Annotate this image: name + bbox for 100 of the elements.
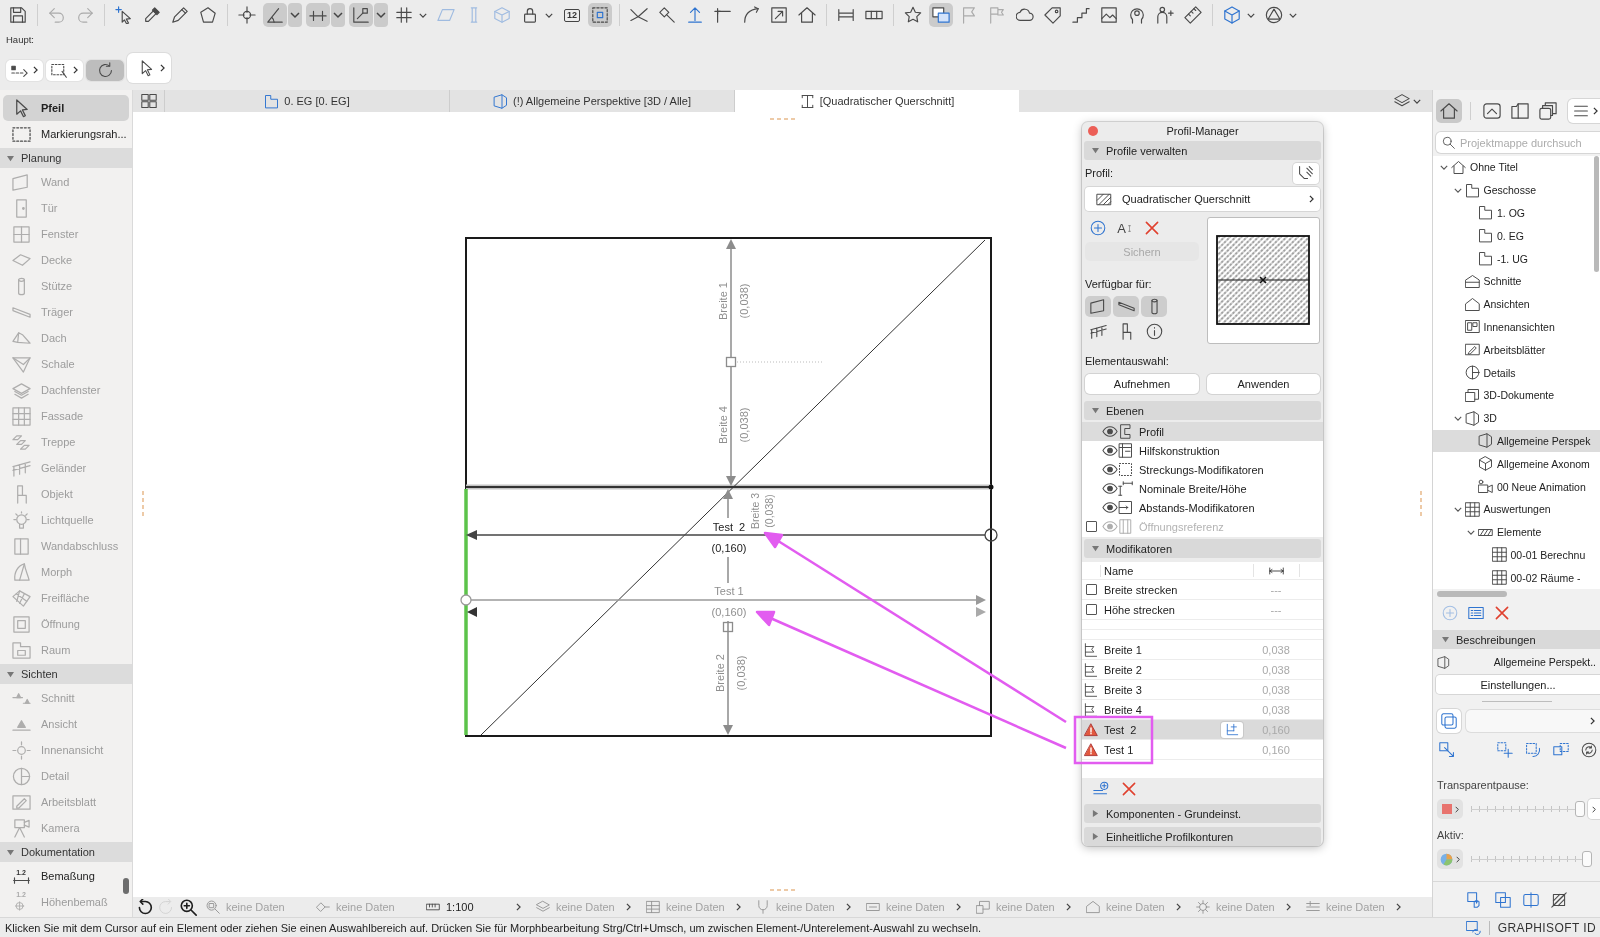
- tool-button[interactable]: [86, 59, 124, 81]
- document-tab[interactable]: [Quadratischer Querschnitt]: [735, 90, 1020, 112]
- checkbox[interactable]: [1085, 584, 1097, 595]
- tree-item[interactable]: Ohne Titel: [1433, 156, 1600, 179]
- tree-item[interactable]: Geschosse: [1433, 178, 1600, 202]
- chevron-icon[interactable]: [33, 66, 38, 74]
- toggle-button[interactable]: [1141, 296, 1167, 317]
- section-header[interactable]: Modifikatoren: [1084, 539, 1321, 558]
- action-button[interactable]: Anwenden: [1207, 374, 1320, 394]
- toolbar-button[interactable]: [929, 3, 953, 27]
- view-setting[interactable]: 1:100: [419, 900, 529, 914]
- scrollbar-thumb[interactable]: [1437, 591, 1507, 597]
- section-header[interactable]: Beschreibungen: [1433, 630, 1600, 649]
- tree-item[interactable]: 00-02 Räume -: [1433, 566, 1600, 589]
- tree-item[interactable]: 1. OG: [1433, 201, 1600, 225]
- disclosure-chevron-icon[interactable]: [1453, 187, 1462, 193]
- view-button[interactable]: [179, 898, 197, 916]
- search-field[interactable]: Projektmappe durchsuch: [1436, 132, 1600, 153]
- disclosure-chevron-icon[interactable]: [1440, 164, 1448, 170]
- slider-thumb[interactable]: [1575, 801, 1585, 817]
- caret-icon[interactable]: [374, 3, 388, 27]
- settings-button[interactable]: Einstellungen...: [1436, 675, 1600, 694]
- chevron-icon[interactable]: [73, 66, 78, 74]
- scrollbar-thumb[interactable]: [1594, 156, 1599, 272]
- section-header[interactable]: Planung: [0, 148, 132, 168]
- toolbar-button[interactable]: [306, 3, 330, 27]
- refresh-icon[interactable]: [1581, 742, 1597, 758]
- toggle-button[interactable]: [1085, 296, 1111, 317]
- toolbox-item[interactable]: Pfeil: [3, 95, 129, 121]
- navigator-tab[interactable]: [1436, 99, 1462, 123]
- layer-row[interactable]: Nominale Breite/Höhe: [1082, 479, 1323, 498]
- layer-row[interactable]: Profil: [1082, 422, 1323, 441]
- dimension-button[interactable]: [1221, 721, 1243, 738]
- toolbar-button[interactable]: [588, 3, 612, 27]
- slider-thumb[interactable]: [1582, 851, 1592, 867]
- dropdown-field[interactable]: [1466, 710, 1600, 732]
- caret-icon[interactable]: [1247, 12, 1255, 18]
- layer-row[interactable]: Abstands-Modifikatoren: [1082, 498, 1323, 517]
- tool-button[interactable]: A: [1112, 217, 1138, 239]
- chevron-icon[interactable]: [160, 64, 165, 72]
- tree-item[interactable]: Ansichten: [1433, 292, 1600, 316]
- tree-item[interactable]: Allgemeine Perspek: [1433, 429, 1600, 453]
- eye-icon[interactable]: [1102, 502, 1118, 513]
- disclosure-chevron-icon[interactable]: [1467, 529, 1475, 535]
- tree-item[interactable]: 3D-Dokumente: [1433, 383, 1600, 407]
- caret-icon[interactable]: [545, 12, 553, 18]
- tree-item[interactable]: Details: [1433, 361, 1600, 384]
- toolbar-button[interactable]: [235, 3, 259, 27]
- close-icon[interactable]: [1088, 126, 1098, 136]
- tree-item[interactable]: Innenansichten: [1433, 315, 1600, 339]
- section-header[interactable]: Komponenten - Grundeinst.: [1084, 804, 1321, 823]
- disclosure-chevron-icon[interactable]: [1453, 415, 1462, 421]
- frames-icon[interactable]: [1494, 892, 1511, 908]
- tree-item[interactable]: Elemente: [1433, 520, 1600, 544]
- eye-icon[interactable]: [1102, 464, 1118, 475]
- arrow-frame-icon[interactable]: [1439, 742, 1455, 758]
- tree-item[interactable]: 00 Neue Animation: [1433, 475, 1600, 498]
- dash-handle-icon[interactable]: [769, 118, 797, 120]
- scrollbar-thumb[interactable]: [123, 878, 129, 894]
- toolbar-button[interactable]: [1181, 3, 1205, 27]
- menu-button[interactable]: [1568, 99, 1600, 123]
- eye-icon[interactable]: [1102, 426, 1118, 437]
- eye-icon[interactable]: [1102, 445, 1118, 456]
- sync-window-icon[interactable]: [1465, 920, 1481, 935]
- hand-frame-icon[interactable]: [1466, 892, 1483, 908]
- toolbox-item[interactable]: Markierungsrah...: [3, 121, 129, 147]
- caret-icon[interactable]: [331, 3, 345, 27]
- move-cross-icon[interactable]: [1497, 742, 1513, 758]
- modifier-row[interactable]: Breite strecken ---: [1082, 579, 1323, 599]
- caret-icon[interactable]: [1289, 12, 1297, 18]
- tree-item[interactable]: Allgemeine Axonom: [1433, 452, 1600, 476]
- tree-item[interactable]: Schnitte: [1433, 270, 1600, 293]
- modifier-row[interactable]: Breite 2 0,038: [1082, 659, 1323, 679]
- layer-row[interactable]: Streckungs-Modifikatoren: [1082, 460, 1323, 479]
- caret-icon[interactable]: [419, 12, 427, 18]
- eye-icon[interactable]: [1102, 483, 1118, 494]
- toolbar-button[interactable]: [263, 3, 287, 27]
- tree-item[interactable]: Arbeitsblätter: [1433, 338, 1600, 362]
- modifier-row[interactable]: Breite 3 0,038: [1082, 679, 1323, 699]
- profile-dropdown[interactable]: Quadratischer Querschnitt: [1085, 187, 1320, 211]
- section-header[interactable]: Profile verwalten: [1084, 141, 1321, 160]
- caret-icon[interactable]: [288, 3, 302, 27]
- modifier-row[interactable]: Breite 1 0,038: [1082, 639, 1323, 659]
- split-frame-icon[interactable]: [1522, 892, 1539, 908]
- section-header[interactable]: Ebenen: [1084, 401, 1321, 420]
- tree-item[interactable]: 00-01 Berechnu: [1433, 543, 1600, 567]
- hatched-shape-icon[interactable]: [1550, 892, 1567, 908]
- rotate-frame-icon[interactable]: [1525, 742, 1541, 758]
- tree-item[interactable]: 3D: [1433, 406, 1600, 430]
- action-button[interactable]: Aufnehmen: [1085, 374, 1199, 394]
- color-button[interactable]: [1437, 799, 1463, 819]
- dash-handle-icon[interactable]: [769, 889, 797, 891]
- section-header[interactable]: Dokumentation: [0, 842, 132, 862]
- modifier-row[interactable]: Höhe strecken ---: [1082, 599, 1323, 619]
- dash-handle-icon[interactable]: [142, 490, 144, 518]
- account-link[interactable]: GRAPHISOFT ID: [1497, 920, 1600, 935]
- modifier-row[interactable]: Test 1 0,160: [1082, 739, 1323, 759]
- section-header[interactable]: Einheitliche Profilkonturen: [1084, 827, 1321, 846]
- mirror-frame-icon[interactable]: [1553, 742, 1569, 758]
- tree-item[interactable]: 0. EG: [1433, 224, 1600, 248]
